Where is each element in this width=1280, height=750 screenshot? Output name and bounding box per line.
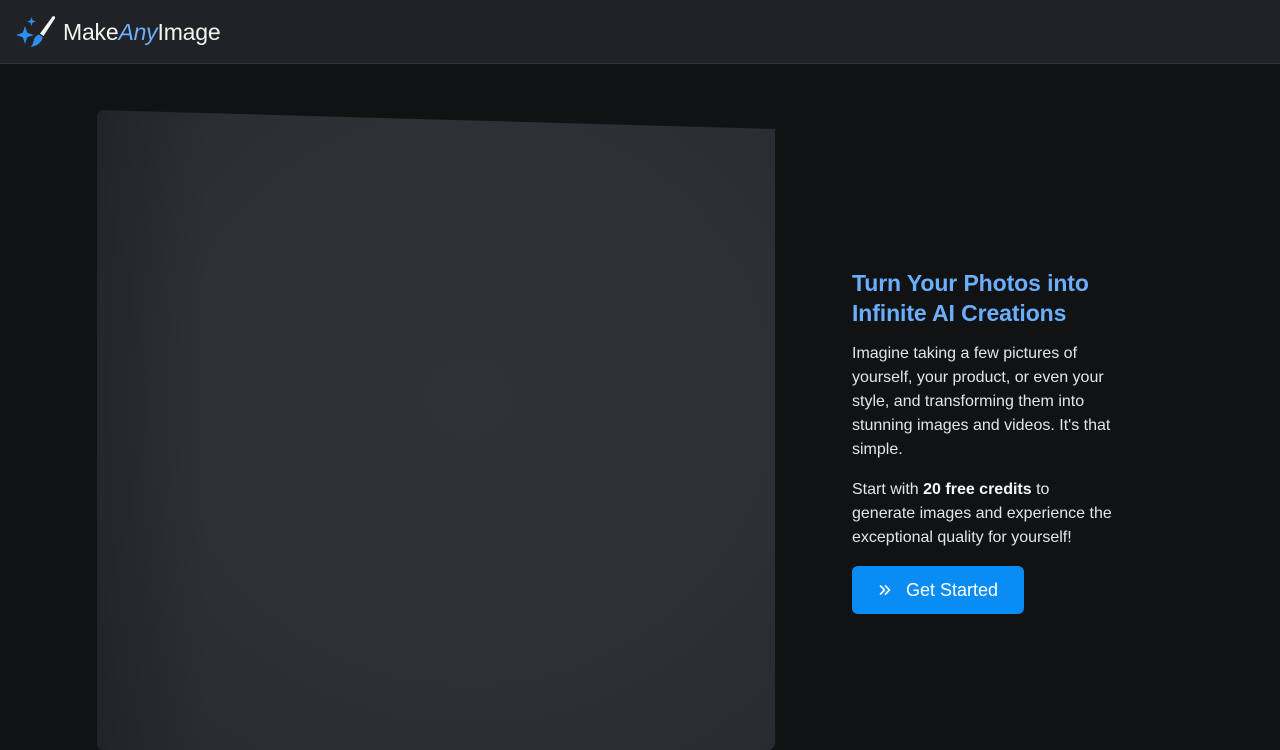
double-chevron-right-icon [879,585,891,595]
hero-headline: Turn Your Photos into Infinite AI Creati… [852,270,1089,326]
logo-link[interactable]: MakeAnyImage [16,15,221,49]
logo-wordmark: MakeAnyImage [63,15,221,49]
logo-text-make: Make [63,19,119,45]
hero-description: Imagine taking a few pictures of yoursel… [852,345,1111,458]
top-nav-bar: MakeAnyImage [0,0,1280,64]
free-credits-highlight: 20 free credits [923,481,1032,498]
logo-text-image: Image [157,19,221,45]
free-credits-text: Start with 20 free credits to generate i… [852,478,1112,550]
get-started-button[interactable]: Get Started [852,566,1024,614]
hero-image-placeholder [97,110,775,750]
logo-text-any: Any [118,19,158,45]
sparkles-brush-icon [16,16,56,47]
get-started-label: Get Started [905,579,999,600]
hero-content: Turn Your Photos into Infinite AI Creati… [852,268,1112,614]
free-credits-prefix: Start with [852,481,924,498]
